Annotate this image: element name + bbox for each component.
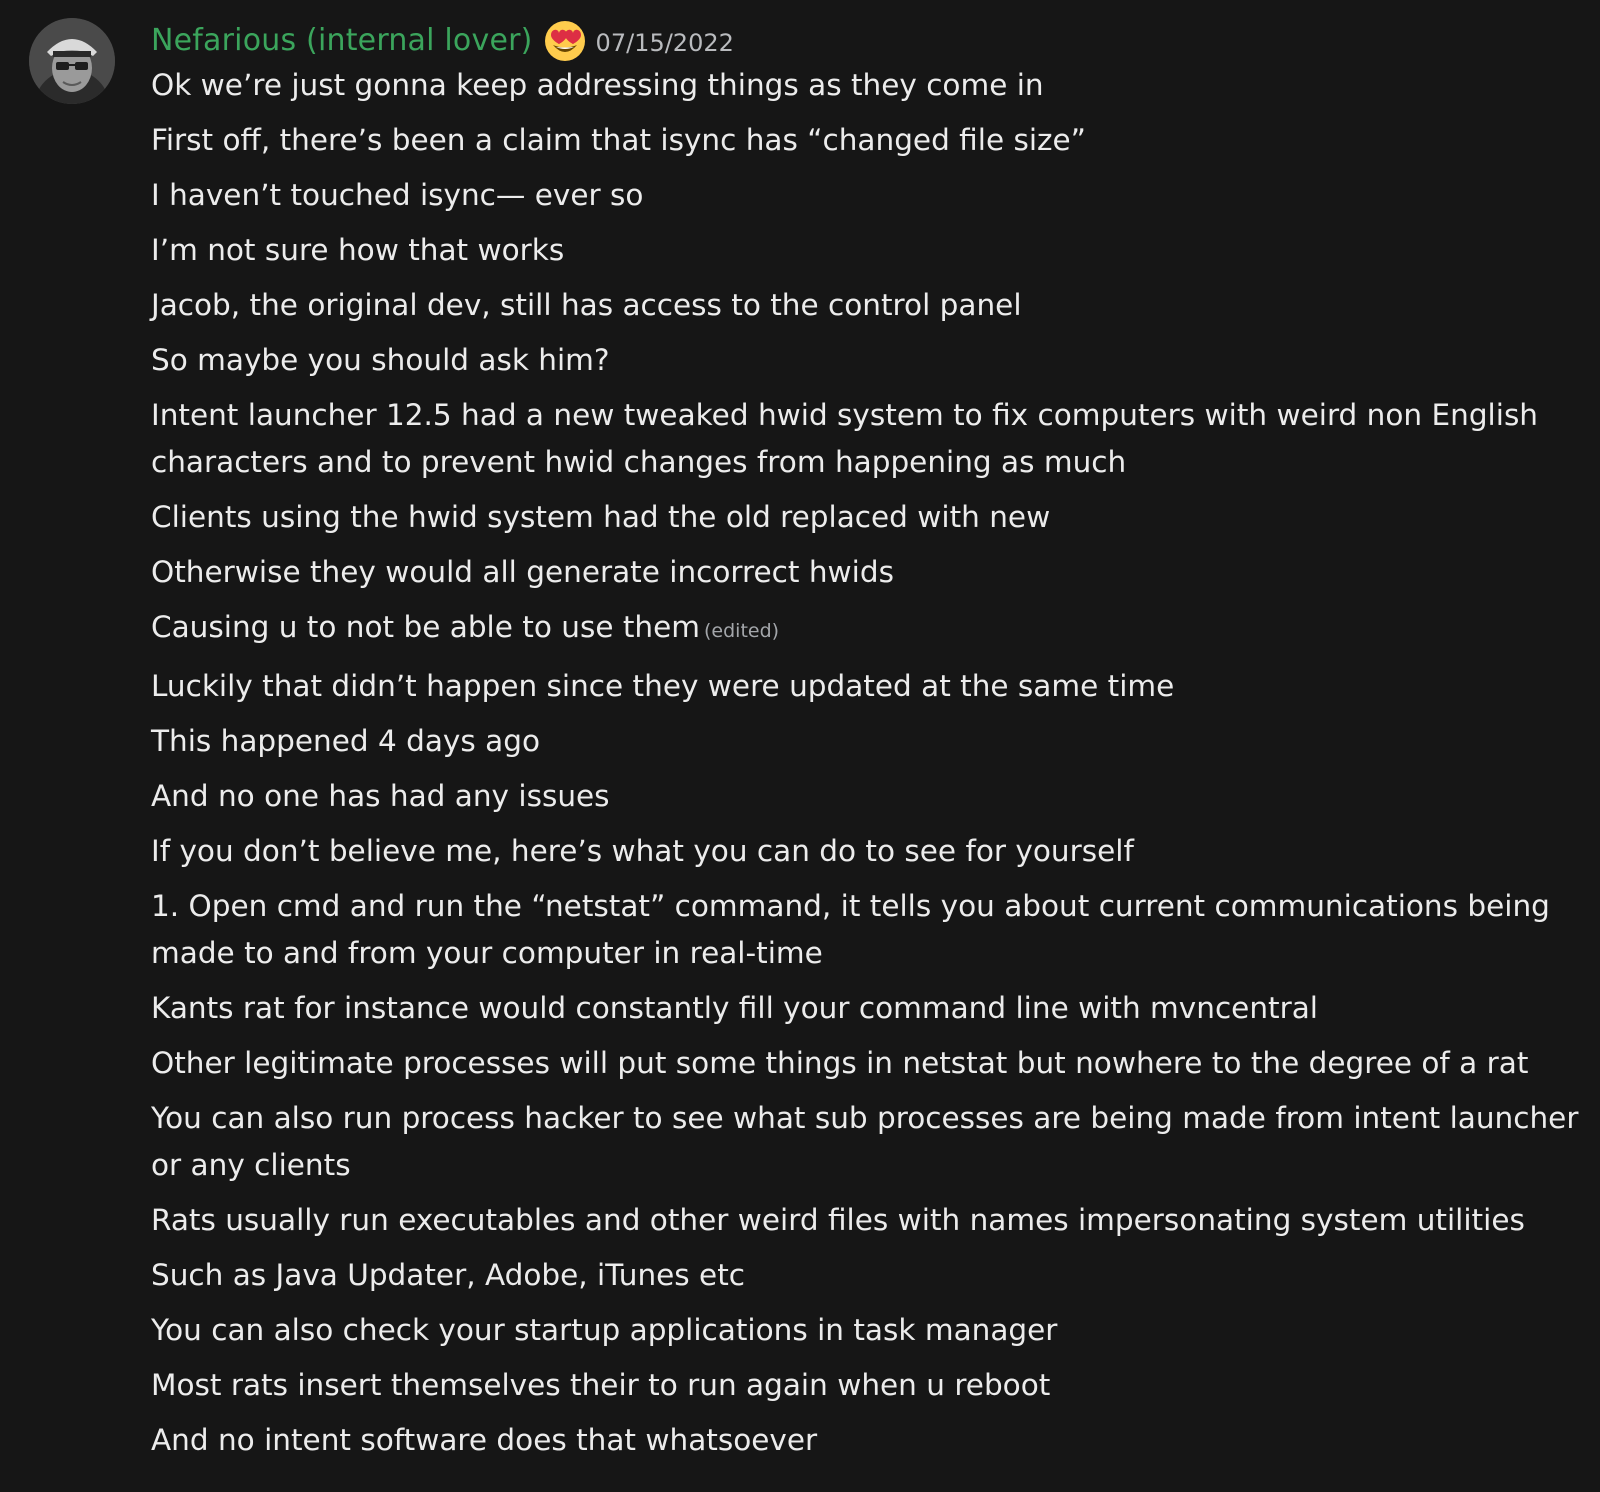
message-line[interactable]: 1. Open cmd and run the “netstat” comman… bbox=[151, 883, 1591, 977]
message-line[interactable]: Otherwise they would all generate incorr… bbox=[151, 549, 1591, 596]
heart-eyes-emoji-icon bbox=[542, 17, 588, 63]
message-text: First off, there’s been a claim that isy… bbox=[151, 123, 1086, 157]
message-line[interactable]: And no one has had any issues bbox=[151, 773, 1591, 820]
message-text: This happened 4 days ago bbox=[151, 724, 540, 758]
message-text: 1. Open cmd and run the “netstat” comman… bbox=[151, 889, 1550, 970]
message-line[interactable]: And no intent software does that whatsoe… bbox=[151, 1417, 1591, 1464]
message-group: Nefarious (internal lover) 07/15/2022 Ok… bbox=[0, 0, 1600, 1492]
message-line[interactable]: You can also check your startup applicat… bbox=[151, 1307, 1591, 1354]
message-line[interactable]: Such as Java Updater, Adobe, iTunes etc bbox=[151, 1252, 1591, 1299]
message-text: I haven’t touched isync— ever so bbox=[151, 178, 644, 212]
message-text: Ok we’re just gonna keep addressing thin… bbox=[151, 68, 1044, 102]
message-line[interactable]: Rats usually run executables and other w… bbox=[151, 1197, 1591, 1244]
message-text: Kants rat for instance would constantly … bbox=[151, 991, 1318, 1025]
message-text: You can also check your startup applicat… bbox=[151, 1313, 1058, 1347]
message-line[interactable]: Luckily that didn’t happen since they we… bbox=[151, 663, 1591, 710]
message-text: Intent launcher 12.5 had a new tweaked h… bbox=[151, 398, 1539, 479]
message-text: And no one has had any issues bbox=[151, 779, 610, 813]
message-line[interactable]: I’m not sure how that works bbox=[151, 227, 1591, 274]
edited-label: (edited) bbox=[704, 620, 780, 642]
message-text: So maybe you should ask him? bbox=[151, 343, 610, 377]
message-header: Nefarious (internal lover) 07/15/2022 bbox=[151, 12, 734, 68]
message-text: Most rats insert themselves their to run… bbox=[151, 1368, 1051, 1402]
message-line[interactable]: Ok we’re just gonna keep addressing thin… bbox=[151, 62, 1591, 109]
message-text: Jacob, the original dev, still has acces… bbox=[151, 288, 1022, 322]
message-text: Rats usually run executables and other w… bbox=[151, 1203, 1525, 1237]
message-text: If you don’t believe me, here’s what you… bbox=[151, 834, 1134, 868]
message-line[interactable]: Kants rat for instance would constantly … bbox=[151, 985, 1591, 1032]
message-text: You can also run process hacker to see w… bbox=[151, 1101, 1579, 1182]
message-text: And no intent software does that whatsoe… bbox=[151, 1423, 818, 1457]
avatar[interactable] bbox=[29, 18, 115, 104]
timestamp[interactable]: 07/15/2022 bbox=[596, 29, 734, 57]
avatar-image bbox=[29, 18, 115, 104]
message-line[interactable]: Most rats insert themselves their to run… bbox=[151, 1362, 1591, 1409]
message-line[interactable]: So maybe you should ask him? bbox=[151, 337, 1591, 384]
message-line[interactable]: You can also run process hacker to see w… bbox=[151, 1095, 1591, 1189]
message-line[interactable]: If you don’t believe me, here’s what you… bbox=[151, 828, 1591, 875]
message-line[interactable]: Other legitimate processes will put some… bbox=[151, 1040, 1591, 1087]
message-text: Clients using the hwid system had the ol… bbox=[151, 500, 1051, 534]
message-line[interactable]: Jacob, the original dev, still has acces… bbox=[151, 282, 1591, 329]
message-line[interactable]: First off, there’s been a claim that isy… bbox=[151, 117, 1591, 164]
message-line[interactable]: Clients using the hwid system had the ol… bbox=[151, 494, 1591, 541]
message-list: Ok we’re just gonna keep addressing thin… bbox=[151, 62, 1591, 1472]
message-text: I’m not sure how that works bbox=[151, 233, 565, 267]
message-text: Other legitimate processes will put some… bbox=[151, 1046, 1529, 1080]
message-line[interactable]: Causing u to not be able to use them (edi… bbox=[151, 604, 1591, 655]
message-line[interactable]: I haven’t touched isync— ever so bbox=[151, 172, 1591, 219]
username[interactable]: Nefarious (internal lover) bbox=[151, 23, 533, 58]
message-text: Causing u to not be able to use them bbox=[151, 610, 701, 644]
message-text: Such as Java Updater, Adobe, iTunes etc bbox=[151, 1258, 745, 1292]
message-text: Otherwise they would all generate incorr… bbox=[151, 555, 894, 589]
message-line[interactable]: This happened 4 days ago bbox=[151, 718, 1591, 765]
message-line[interactable]: Intent launcher 12.5 had a new tweaked h… bbox=[151, 392, 1591, 486]
message-text: Luckily that didn’t happen since they we… bbox=[151, 669, 1175, 703]
